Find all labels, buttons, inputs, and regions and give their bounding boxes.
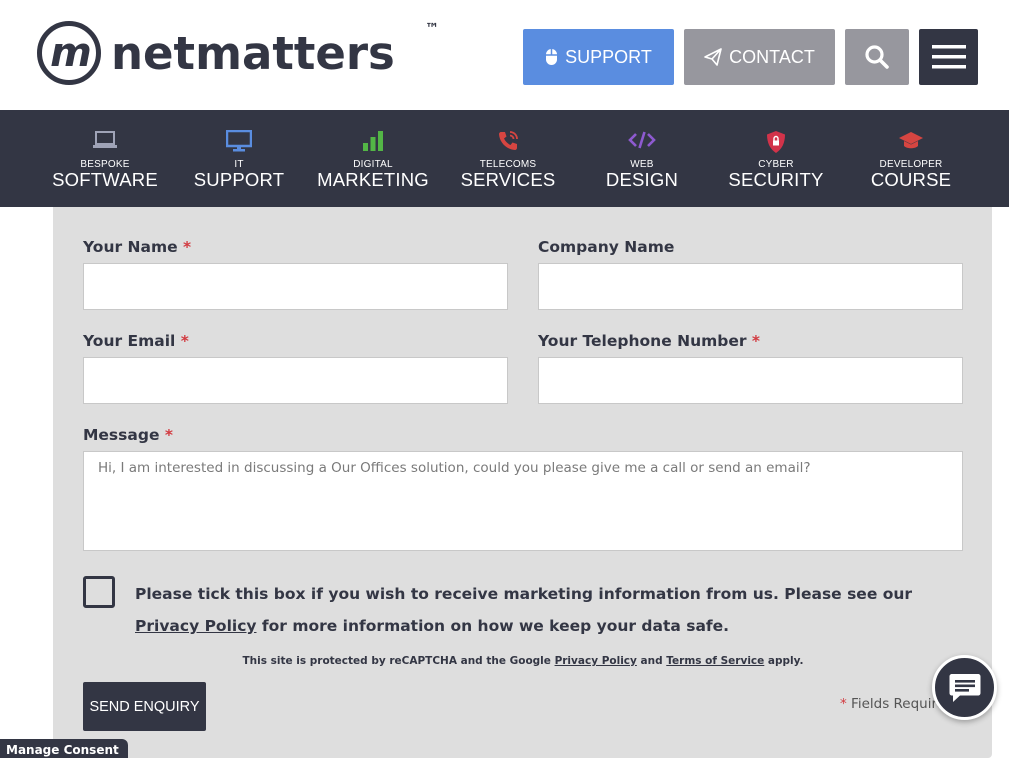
marketing-consent-text: Please tick this box if you wish to rece… xyxy=(135,578,965,642)
manage-consent-tab[interactable]: Manage Consent xyxy=(0,739,128,758)
name-input[interactable] xyxy=(83,263,508,310)
send-enquiry-button[interactable]: SEND ENQUIRY xyxy=(83,682,206,731)
recaptcha-apply: apply. xyxy=(764,655,804,667)
graduation-cap-icon xyxy=(844,130,978,154)
privacy-policy-link[interactable]: Privacy Policy xyxy=(135,617,257,635)
nav-item-big-label: COURSE xyxy=(870,169,952,190)
netmatters-logo[interactable]: m netmatters ™ xyxy=(37,17,439,89)
nav-item-big-label: SOFTWARE xyxy=(52,169,158,190)
recaptcha-and: and xyxy=(636,655,667,667)
nav-item-digital-marketing[interactable]: DIGITAL MARKETING xyxy=(306,110,440,207)
company-input[interactable] xyxy=(538,263,963,310)
marketing-consent-checkbox[interactable] xyxy=(83,576,115,608)
code-icon xyxy=(575,130,709,154)
laptop-icon xyxy=(38,130,172,154)
google-terms-link[interactable]: Terms of Service xyxy=(666,655,764,667)
trademark-symbol: ™ xyxy=(425,21,439,37)
name-label-text: Your Name xyxy=(83,238,178,256)
logo-mark: m xyxy=(37,21,101,85)
phone-label: Your Telephone Number * xyxy=(538,332,760,350)
nav-item-telecoms-services[interactable]: TELECOMS SERVICES xyxy=(441,110,575,207)
bar-chart-icon xyxy=(306,130,440,154)
recaptcha-text: This site is protected by reCAPTCHA and … xyxy=(242,655,555,667)
required-asterisk: * xyxy=(183,238,192,256)
message-textarea[interactable] xyxy=(83,451,963,551)
contact-label: CONTACT xyxy=(729,46,815,67)
message-label-text: Message xyxy=(83,426,160,444)
nav-item-developer-course[interactable]: DEVELOPER COURSE xyxy=(844,110,978,207)
nav-item-big-label: SECURITY xyxy=(728,169,824,190)
nav-item-it-support[interactable]: IT SUPPORT xyxy=(172,110,306,207)
required-asterisk: * xyxy=(751,332,761,350)
recaptcha-notice: This site is protected by reCAPTCHA and … xyxy=(83,655,963,667)
message-label: Message * xyxy=(83,426,173,444)
phone-label-text: Your Telephone Number xyxy=(538,332,747,350)
search-button[interactable] xyxy=(845,29,909,85)
site-header: m netmatters ™ SUPPORT CONTACT xyxy=(0,0,1009,110)
email-input[interactable] xyxy=(83,357,508,404)
nav-item-bespoke-software[interactable]: BESPOKE SOFTWARE xyxy=(38,110,172,207)
hamburger-menu-icon xyxy=(931,45,966,69)
company-label: Company Name xyxy=(538,238,675,256)
mouse-icon xyxy=(546,49,558,65)
contact-button[interactable]: CONTACT xyxy=(684,29,835,85)
menu-button[interactable] xyxy=(919,29,978,85)
required-asterisk: * xyxy=(180,332,189,350)
nav-item-big-label: MARKETING xyxy=(317,169,429,190)
logo-text: netmatters xyxy=(111,26,395,80)
main-navigation: BESPOKE SOFTWARE IT SUPPORT DIGITAL MARK… xyxy=(0,110,1009,207)
support-label: SUPPORT xyxy=(565,46,652,67)
paper-plane-icon xyxy=(704,48,722,66)
search-icon xyxy=(865,45,889,69)
consent-text-part2: for more information on how we keep your… xyxy=(256,617,730,635)
email-label: Your Email * xyxy=(83,332,189,350)
support-button[interactable]: SUPPORT xyxy=(523,29,674,85)
consent-text-part1: Please tick this box if you wish to rece… xyxy=(135,585,913,603)
nav-item-big-label: SERVICES xyxy=(460,169,556,190)
phone-icon xyxy=(441,130,575,154)
google-privacy-policy-link[interactable]: Privacy Policy xyxy=(555,655,637,667)
monitor-icon xyxy=(172,130,306,154)
nav-item-big-label: SUPPORT xyxy=(193,169,285,190)
name-label: Your Name * xyxy=(83,238,191,256)
shield-icon xyxy=(709,130,843,154)
phone-input[interactable] xyxy=(538,357,963,404)
nav-item-cyber-security[interactable]: CYBER SECURITY xyxy=(709,110,843,207)
required-asterisk: * xyxy=(164,426,173,444)
chat-icon xyxy=(949,673,980,702)
email-label-text: Your Email xyxy=(83,332,176,350)
nav-item-big-label: DESIGN xyxy=(605,169,679,190)
nav-item-web-design[interactable]: WEB DESIGN xyxy=(575,110,709,207)
required-asterisk: * xyxy=(840,696,847,712)
chat-button[interactable] xyxy=(932,655,997,720)
